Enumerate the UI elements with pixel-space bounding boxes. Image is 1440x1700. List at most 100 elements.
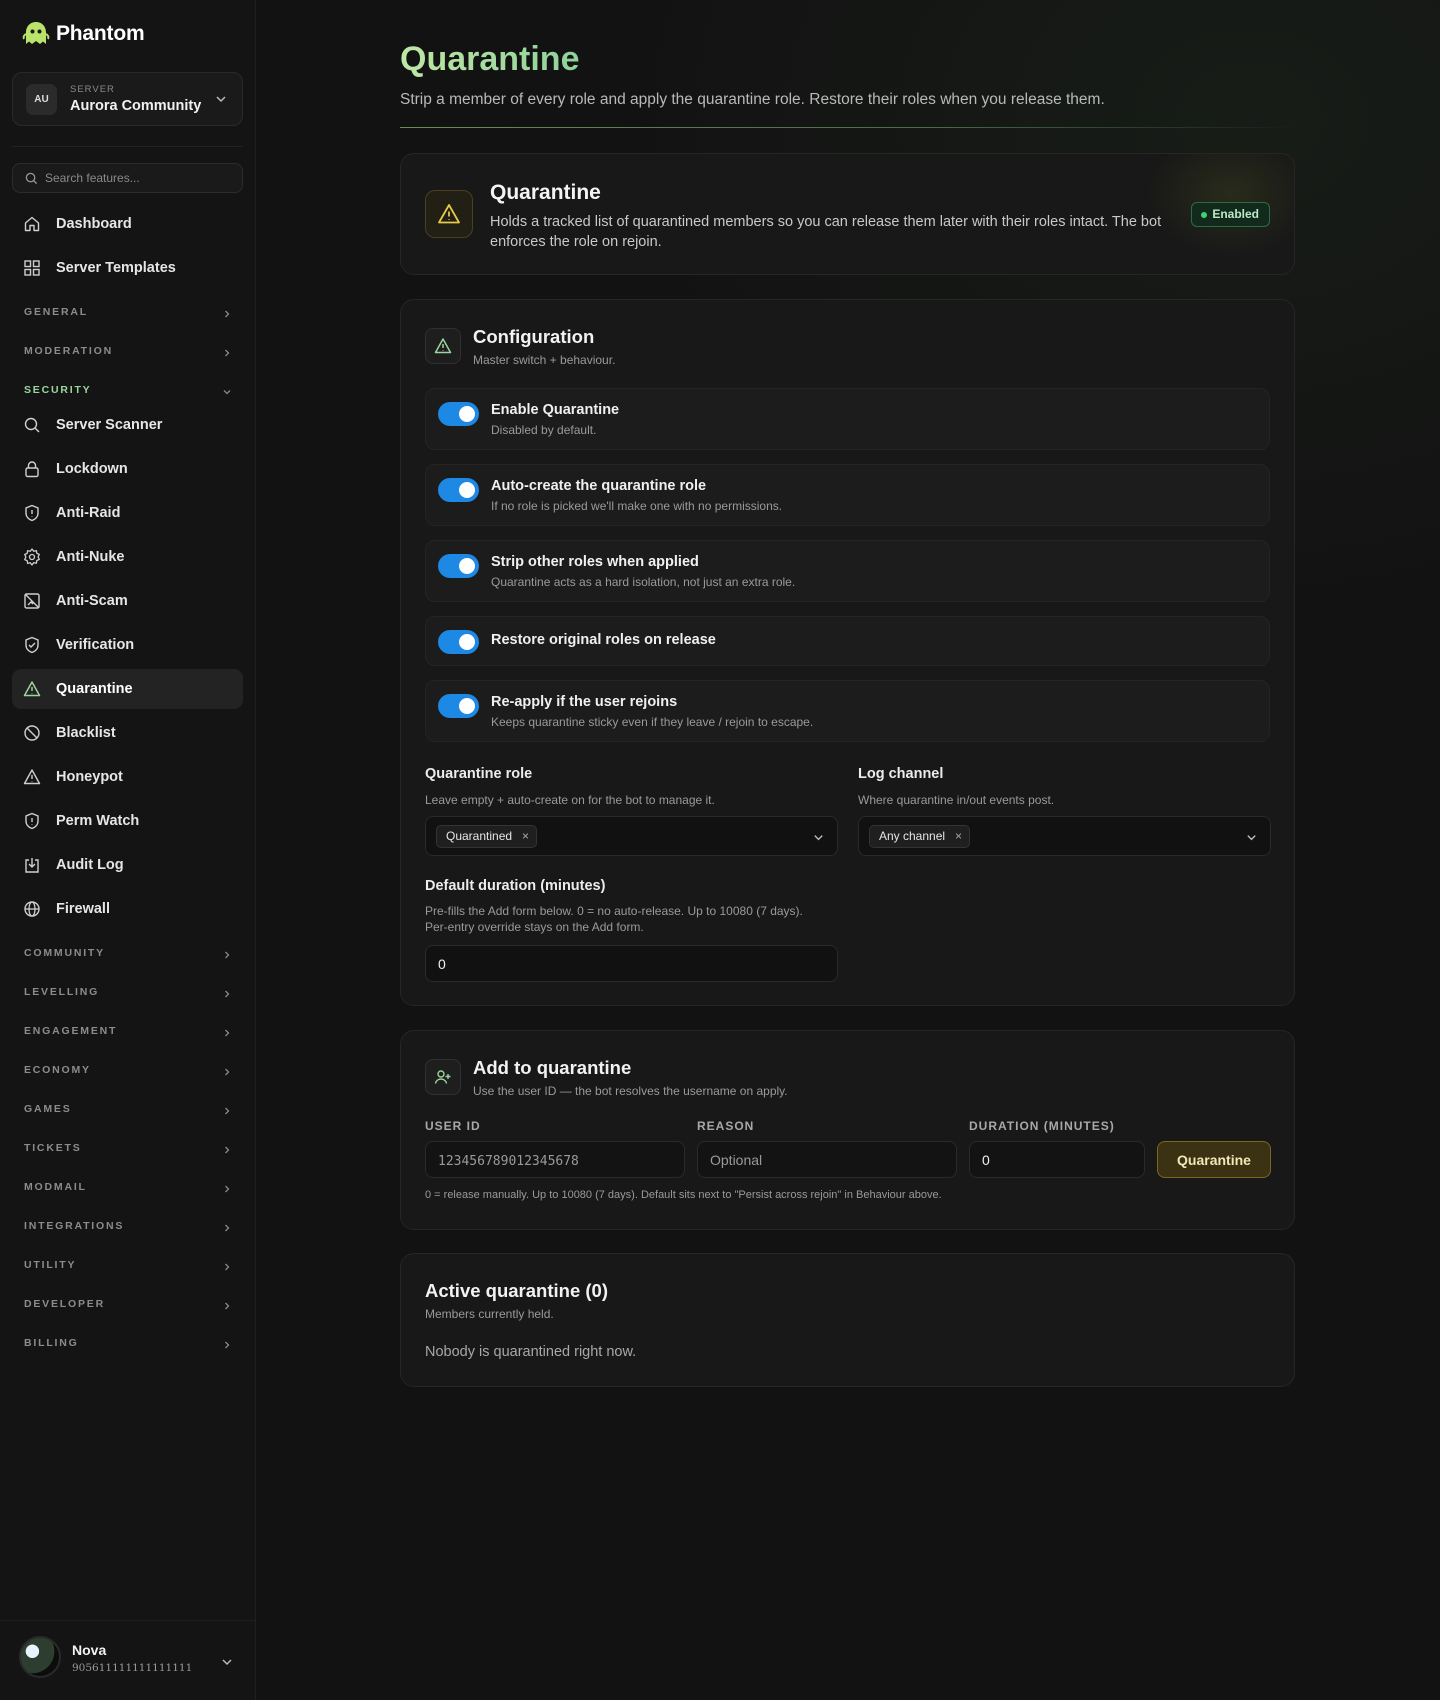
chevron-down-icon [223, 390, 231, 395]
default-duration-help: Pre-fills the Add form below. 0 = no aut… [425, 904, 803, 918]
sidebar-item-dashboard[interactable]: Dashboard [12, 204, 243, 244]
sidebar-item-label: Perm Watch [56, 813, 140, 829]
toggle-title: Auto-create the quarantine role [491, 478, 707, 494]
sidebar-item-firewall[interactable]: Firewall [12, 889, 243, 929]
status-badge: Enabled [1191, 202, 1270, 227]
strip-roles-toggle[interactable] [438, 554, 479, 578]
section-label: MODERATION [24, 345, 113, 357]
server-name: Aurora Community [70, 98, 202, 114]
sidebar-item-verification[interactable]: Verification [12, 625, 243, 665]
section-security[interactable]: SECURITY [24, 384, 232, 400]
sidebar-item-label: Dashboard [56, 216, 132, 232]
sidebar-item-server-templates[interactable]: Server Templates [12, 248, 243, 288]
sidebar-item-label: Anti-Raid [56, 505, 121, 521]
toggle-row-strip-roles: Strip other roles when applied Quarantin… [425, 540, 1270, 602]
hero-title: Quarantine [490, 181, 601, 204]
sidebar-item-label: Server Scanner [56, 417, 163, 433]
phantom-logo-icon [22, 20, 50, 48]
sidebar-item-anti-scam[interactable]: Anti-Scam [12, 581, 243, 621]
ban-icon [23, 724, 41, 742]
chevron-down-icon [220, 1655, 234, 1674]
sidebar-item-quarantine[interactable]: Quarantine [12, 669, 243, 709]
sidebar-item-server-scanner[interactable]: Server Scanner [12, 405, 243, 445]
sidebar-item-label: Quarantine [56, 681, 133, 697]
section-integrations[interactable]: INTEGRATIONS [24, 1220, 232, 1236]
chevron-right-icon [225, 1224, 230, 1232]
feature-search [12, 163, 243, 193]
reason-label: REASON [697, 1119, 755, 1133]
log-channel-label: Log channel [858, 766, 944, 782]
chevron-right-icon [225, 1068, 230, 1076]
add-user-icon [425, 1059, 461, 1095]
chevron-right-icon [225, 1107, 230, 1115]
section-label: INTEGRATIONS [24, 1220, 125, 1232]
toggle-title: Re-apply if the user rejoins [491, 694, 678, 710]
title-divider [400, 127, 1295, 128]
section-developer[interactable]: DEVELOPER [24, 1298, 232, 1314]
user-id-input[interactable] [425, 1141, 685, 1178]
sidebar-item-label: Server Templates [56, 260, 176, 276]
user-menu[interactable]: Nova 905611111111111111 [0, 1620, 256, 1700]
toggle-row-reapply: Re-apply if the user rejoins Keeps quara… [425, 680, 1270, 742]
brand-name: Phantom [56, 22, 145, 45]
sidebar-item-perm-watch[interactable]: Perm Watch [12, 801, 243, 841]
sidebar-item-anti-raid[interactable]: Anti-Raid [12, 493, 243, 533]
sidebar-item-honeypot[interactable]: Honeypot [12, 757, 243, 797]
section-games[interactable]: GAMES [24, 1103, 232, 1119]
quarantine-button[interactable]: Quarantine [1157, 1141, 1271, 1178]
sidebar-item-label: Honeypot [56, 769, 123, 785]
chevron-right-icon [225, 1302, 230, 1310]
section-general[interactable]: GENERAL [24, 306, 232, 322]
avatar [19, 1636, 61, 1678]
reason-input[interactable] [697, 1141, 957, 1178]
section-economy[interactable]: ECONOMY [24, 1064, 232, 1080]
toggle-subtitle: Quarantine acts as a hard isolation, not… [491, 575, 796, 589]
section-utility[interactable]: UTILITY [24, 1259, 232, 1275]
reapply-on-rejoin-toggle[interactable] [438, 694, 479, 718]
close-icon[interactable]: × [955, 826, 962, 847]
duration-input[interactable] [969, 1141, 1145, 1178]
warning-triangle-icon [23, 680, 41, 698]
enable-quarantine-toggle[interactable] [438, 402, 479, 426]
restore-roles-toggle[interactable] [438, 630, 479, 654]
section-label: COMMUNITY [24, 947, 105, 959]
shield-alert-icon [23, 504, 41, 522]
section-community[interactable]: COMMUNITY [24, 947, 232, 963]
close-icon[interactable]: × [522, 826, 529, 847]
sidebar-item-lockdown[interactable]: Lockdown [12, 449, 243, 489]
sidebar-item-blacklist[interactable]: Blacklist [12, 713, 243, 753]
sidebar-item-label: Blacklist [56, 725, 116, 741]
sidebar-item-anti-nuke[interactable]: Anti-Nuke [12, 537, 243, 577]
auto-create-role-toggle[interactable] [438, 478, 479, 502]
section-billing[interactable]: BILLING [24, 1337, 232, 1353]
section-label: GAMES [24, 1103, 72, 1115]
section-modmail[interactable]: MODMAIL [24, 1181, 232, 1197]
chevron-right-icon [225, 1263, 230, 1271]
server-selector[interactable]: AU SERVER Aurora Community [12, 72, 243, 126]
sidebar: Phantom AU SERVER Aurora Community Dashb… [0, 0, 256, 1700]
channel-chip: Any channel × [869, 825, 971, 848]
chevron-down-icon [214, 92, 228, 111]
warning-triangle-icon [23, 768, 41, 786]
page-subtitle: Strip a member of every role and apply t… [400, 91, 1105, 108]
server-caption: SERVER [70, 84, 115, 95]
section-engagement[interactable]: ENGAGEMENT [24, 1025, 232, 1041]
brand[interactable]: Phantom [22, 20, 145, 48]
search-input[interactable] [45, 164, 235, 192]
section-levelling[interactable]: LEVELLING [24, 986, 232, 1002]
section-label: SECURITY [24, 384, 92, 396]
quarantine-role-select[interactable]: Quarantined × [425, 816, 838, 856]
chevron-right-icon [225, 349, 230, 357]
user-id: 905611111111111111 [72, 1662, 193, 1674]
sidebar-item-label: Lockdown [56, 461, 128, 477]
section-label: TICKETS [24, 1142, 82, 1154]
section-tickets[interactable]: TICKETS [24, 1142, 232, 1158]
sidebar-item-audit-log[interactable]: Audit Log [12, 845, 243, 885]
log-channel-select[interactable]: Any channel × [858, 816, 1271, 856]
section-moderation[interactable]: MODERATION [24, 345, 232, 361]
default-duration-input[interactable] [425, 945, 838, 982]
chevron-right-icon [225, 951, 230, 959]
configuration-card: Configuration Master switch + behaviour.… [400, 299, 1295, 1006]
home-icon [23, 215, 41, 233]
grid-icon [23, 259, 41, 277]
